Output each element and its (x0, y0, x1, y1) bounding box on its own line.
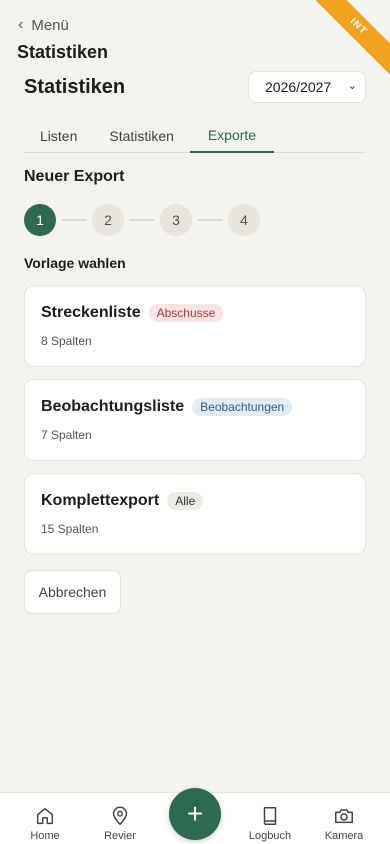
template-name: Komplettexport (41, 492, 160, 509)
nav-revier-label: Revier (104, 830, 136, 842)
page-title: Statistiken (24, 76, 126, 98)
nav-kamera-label: Kamera (324, 830, 364, 842)
step-subtitle: Vorlage wahlen (24, 255, 126, 271)
export-stepper: 1 2 3 4 (24, 204, 260, 236)
header-title: Statistiken (17, 42, 109, 62)
template-card-komplettexport[interactable]: Komplettexport Alle 15 Spalten (24, 473, 366, 555)
template-card-streckenliste[interactable]: Streckenliste Abschusse 8 Spalten (24, 285, 366, 367)
book-icon (263, 807, 277, 825)
env-badge: INT (307, 0, 390, 78)
template-card-beobachtungsliste[interactable]: Beobachtungsliste Beobachtungen 7 Spalte… (24, 379, 366, 461)
camera-icon (335, 809, 353, 824)
nav-logbuch-label: Logbuch (248, 830, 292, 842)
step-4: 4 (228, 204, 260, 236)
tab-exporte[interactable]: Exporte (189, 118, 274, 153)
step-2: 2 (92, 204, 124, 236)
nav-home[interactable]: Home (10, 805, 80, 842)
step-1: 1 (24, 204, 56, 236)
step-3: 3 (160, 204, 192, 236)
nav-kamera[interactable]: Kamera (309, 805, 379, 842)
template-badge: Alle (167, 492, 204, 510)
back-link[interactable]: ‹ Menü (18, 16, 69, 34)
template-name: Streckenliste (41, 304, 141, 321)
step-connector (197, 219, 223, 221)
tab-bar: Listen Statistiken Exporte (24, 118, 366, 153)
cancel-button[interactable]: Abbrechen (24, 570, 121, 614)
home-icon (36, 807, 54, 825)
template-badge: Abschusse (148, 304, 224, 322)
section-title: Neuer Export (24, 168, 125, 185)
back-link-label: Menü (31, 16, 69, 34)
nav-revier[interactable]: Revier (85, 805, 155, 842)
template-columns: 7 Spalten (41, 428, 92, 442)
map-pin-icon (112, 806, 128, 826)
add-button[interactable]: + (169, 788, 221, 840)
nav-home-label: Home (30, 830, 60, 842)
plus-icon: + (186, 798, 204, 829)
env-ribbon: INT (300, 0, 390, 90)
tab-listen[interactable]: Listen (24, 118, 93, 153)
chevron-left-icon: ‹ (18, 16, 24, 33)
template-columns: 15 Spalten (41, 522, 99, 536)
nav-logbuch[interactable]: Logbuch (235, 805, 305, 842)
template-name: Beobachtungsliste (41, 398, 185, 415)
template-columns: 8 Spalten (41, 334, 92, 348)
template-badge: Beobachtungen (192, 398, 293, 416)
step-connector (61, 219, 87, 221)
step-connector (129, 219, 155, 221)
tab-statistiken[interactable]: Statistiken (93, 118, 190, 153)
